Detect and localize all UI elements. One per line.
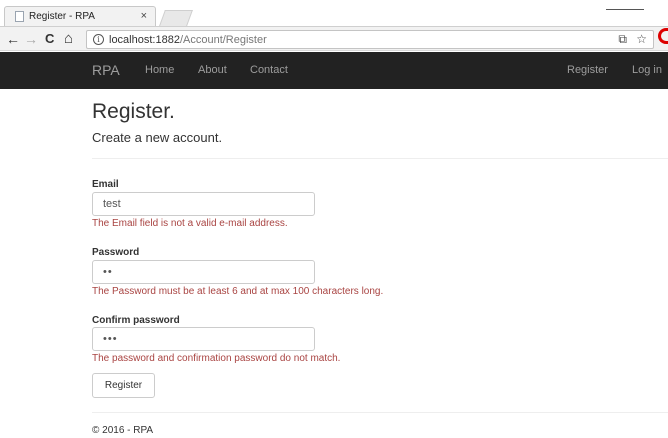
tab-close-icon[interactable]: × xyxy=(141,10,147,22)
password-label: Password xyxy=(92,247,140,258)
reload-icon[interactable]: C xyxy=(45,30,54,48)
nav-register-link[interactable]: Register xyxy=(567,64,608,76)
password-input[interactable]: •• xyxy=(92,260,315,284)
confirm-password-label: Confirm password xyxy=(92,315,180,326)
nav-contact-link[interactable]: Contact xyxy=(250,64,288,76)
opera-menu-icon[interactable] xyxy=(658,28,668,44)
browser-toolbar: ← → C ⌂ i localhost:1882/Account/Registe… xyxy=(0,26,668,51)
footer-divider xyxy=(92,412,668,413)
confirm-password-error: The password and confirmation password d… xyxy=(92,353,341,364)
register-button[interactable]: Register xyxy=(92,373,155,398)
header-divider xyxy=(92,158,668,159)
nav-login-link[interactable]: Log in xyxy=(632,64,662,76)
new-tab-button[interactable] xyxy=(159,10,193,26)
translate-icon[interactable]: ⧉ xyxy=(618,32,627,46)
tab-title: Register - RPA xyxy=(29,11,95,22)
url-host: localhost:1882 xyxy=(109,33,180,46)
browser-tabstrip: Register - RPA × xyxy=(0,0,668,26)
bookmark-star-icon[interactable]: ☆ xyxy=(636,32,647,46)
page-title: Register. xyxy=(92,100,175,123)
address-bar[interactable]: i localhost:1882/Account/Register ⧉ ☆ xyxy=(86,30,654,49)
confirm-password-input[interactable]: ••• xyxy=(92,327,315,351)
email-label: Email xyxy=(92,179,119,190)
email-error: The Email field is not a valid e-mail ad… xyxy=(92,218,288,229)
url-path: /Account/Register xyxy=(179,33,267,46)
browser-tab[interactable]: Register - RPA × xyxy=(4,6,156,26)
window-minimize-button[interactable] xyxy=(606,9,644,10)
brand-link[interactable]: RPA xyxy=(92,62,120,78)
omnibox-actions: ⧉ ☆ xyxy=(618,32,647,47)
page-subtitle: Create a new account. xyxy=(92,130,223,145)
nav-home-link[interactable]: Home xyxy=(145,64,174,76)
url-text: localhost:1882/Account/Register xyxy=(109,34,267,46)
site-info-icon[interactable]: i xyxy=(93,34,104,45)
email-input[interactable]: test xyxy=(92,192,315,216)
password-error: The Password must be at least 6 and at m… xyxy=(92,286,384,297)
home-icon[interactable]: ⌂ xyxy=(64,30,73,48)
nav-about-link[interactable]: About xyxy=(198,64,227,76)
page-favicon-icon xyxy=(15,11,24,22)
site-navbar: RPA Home About Contact Register Log in xyxy=(0,52,668,89)
forward-arrow-icon[interactable]: → xyxy=(24,30,38,48)
back-arrow-icon[interactable]: ← xyxy=(6,30,20,48)
footer-copyright: © 2016 - RPA xyxy=(92,425,154,436)
